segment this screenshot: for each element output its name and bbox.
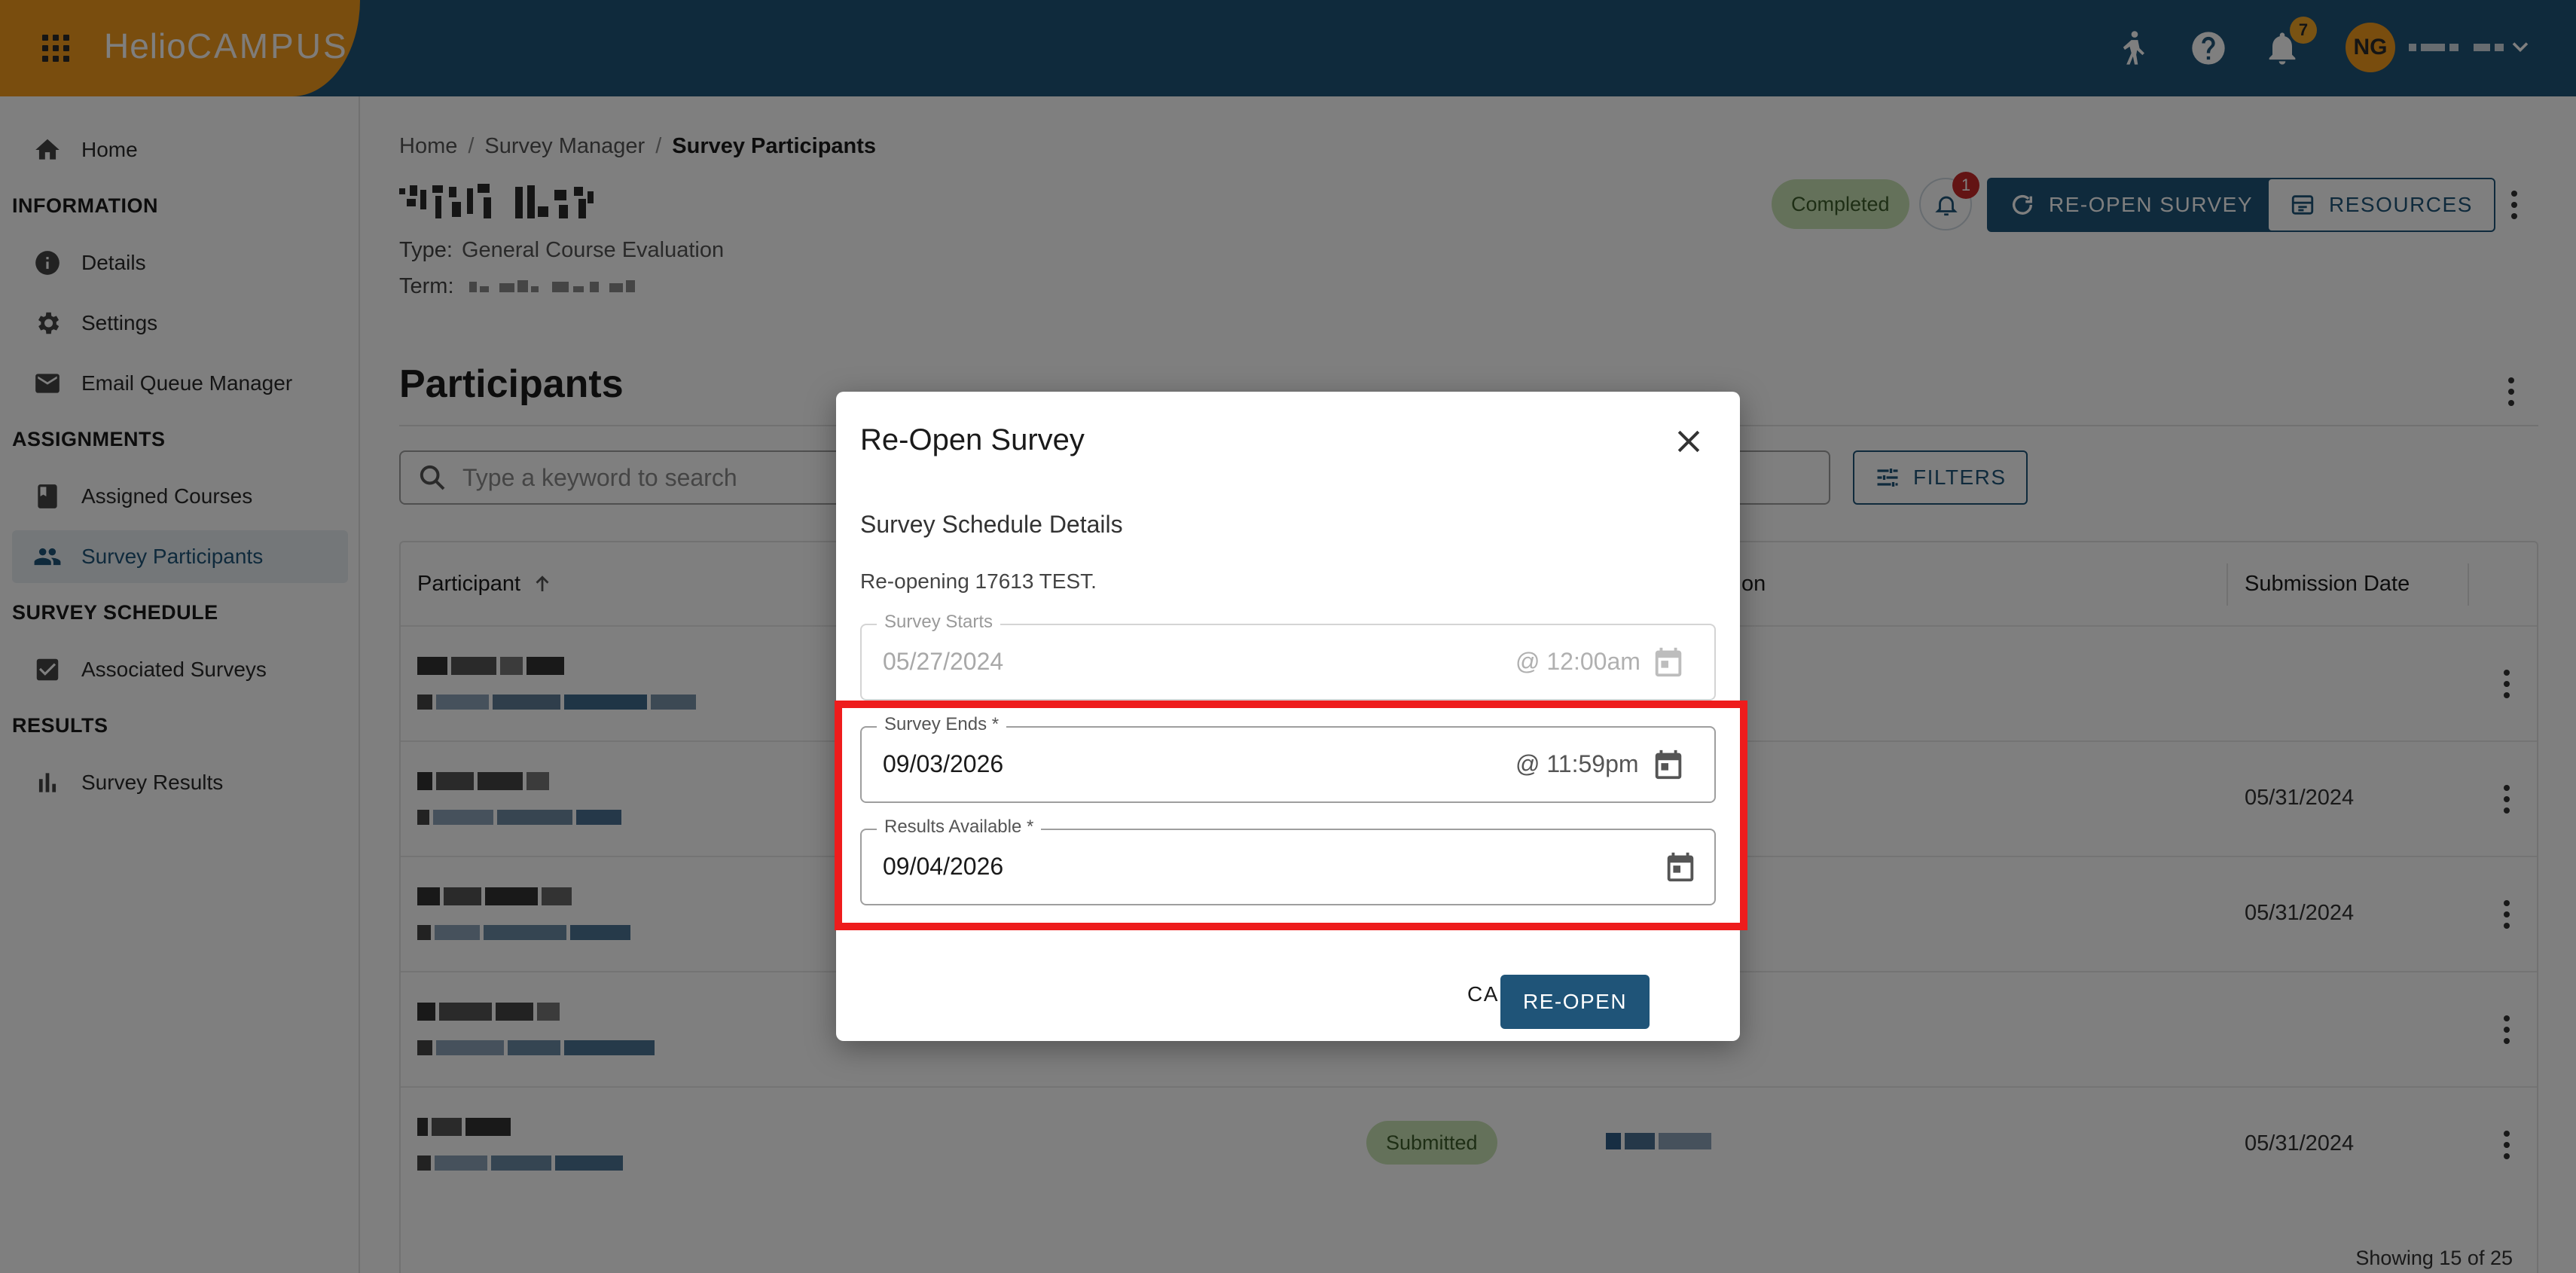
field-value: 05/27/2024	[883, 648, 1004, 675]
reopen-button[interactable]: RE-OPEN	[1500, 975, 1650, 1029]
field-time: @ 12:00am	[1515, 648, 1641, 675]
field-label: Survey Starts	[877, 612, 1001, 633]
dialog-note: Re-opening 17613 TEST.	[860, 569, 1097, 593]
dialog-subtitle: Survey Schedule Details	[860, 511, 1123, 538]
close-icon[interactable]	[1672, 425, 1705, 458]
highlight-box	[835, 701, 1747, 930]
dialog-title: Re-Open Survey	[860, 423, 1085, 456]
calendar-icon	[1651, 645, 1686, 679]
survey-starts-field: Survey Starts 05/27/2024 @ 12:00am	[860, 612, 1716, 701]
